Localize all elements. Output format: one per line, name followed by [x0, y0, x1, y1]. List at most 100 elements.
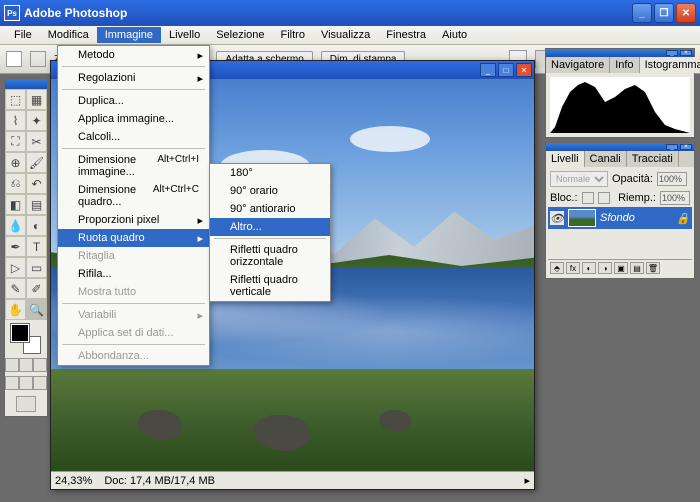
- menu-modifica[interactable]: Modifica: [40, 27, 97, 43]
- new-layer-icon[interactable]: ▤: [630, 262, 644, 274]
- blur-tool[interactable]: 💧: [5, 215, 26, 236]
- link-layer-icon[interactable]: ⬘: [550, 262, 564, 274]
- shape-tool[interactable]: ▭: [26, 257, 47, 278]
- move-tool[interactable]: ⬚: [5, 89, 26, 110]
- lock-position-icon[interactable]: [598, 192, 610, 204]
- menu-item-dimensione-quadro-[interactable]: Dimensione quadro...Alt+Ctrl+C: [58, 181, 209, 211]
- layer-group-icon[interactable]: ▣: [614, 262, 628, 274]
- brush-tool[interactable]: 🖌: [26, 152, 47, 173]
- doc-maximize-button[interactable]: □: [498, 63, 514, 77]
- doc-minimize-button[interactable]: _: [480, 63, 496, 77]
- submenu-item-rifletti-quadro-orizzontale[interactable]: Rifletti quadro orizzontale: [210, 241, 330, 271]
- lasso-tool[interactable]: ⌇: [5, 110, 26, 131]
- menu-visualizza[interactable]: Visualizza: [313, 27, 378, 43]
- pen-tool[interactable]: ▷: [5, 257, 26, 278]
- menu-item-ruota-quadro[interactable]: Ruota quadro: [58, 229, 209, 247]
- tool-preset-icon[interactable]: [6, 51, 22, 67]
- layer-style-icon[interactable]: fx: [566, 262, 580, 274]
- menu-item-rifila-[interactable]: Rifila...: [58, 265, 209, 283]
- visibility-icon[interactable]: 👁: [550, 211, 564, 225]
- color-swatches[interactable]: [11, 324, 41, 354]
- eyedropper-tool[interactable]: ✐: [26, 278, 47, 299]
- menu-item-metodo[interactable]: Metodo: [58, 46, 209, 64]
- layers-min-button[interactable]: _: [666, 144, 678, 150]
- mode-b-icon[interactable]: [19, 376, 33, 390]
- menu-livello[interactable]: Livello: [161, 27, 208, 43]
- menu-filtro[interactable]: Filtro: [273, 27, 313, 43]
- imageready-icon[interactable]: [16, 396, 36, 412]
- opacity-label: Opacità:: [612, 173, 653, 185]
- opacity-input[interactable]: [657, 172, 687, 186]
- layers-close-button[interactable]: ×: [680, 144, 692, 150]
- menu-item-duplica-[interactable]: Duplica...: [58, 92, 209, 110]
- maximize-button[interactable]: ❐: [654, 3, 674, 23]
- menu-item-proporzioni-pixel[interactable]: Proporzioni pixel: [58, 211, 209, 229]
- menu-immagine[interactable]: Immagine: [97, 27, 161, 43]
- toolbox: ⬚ ▦ ⌇ ✦ ⛶ ✂ ⊕ 🖌 ⎌ ↶ ◧ ▤ 💧 ◐ ✒ T ▷ ▭ ✎ ✐ …: [4, 78, 48, 417]
- layer-item[interactable]: 👁 Sfondo 🔒: [548, 207, 692, 229]
- gradient-tool[interactable]: ▤: [26, 194, 47, 215]
- quickmask-icon[interactable]: [5, 358, 19, 372]
- screenmode2-icon[interactable]: [33, 358, 47, 372]
- tab-canali[interactable]: Canali: [585, 151, 627, 167]
- menu-aiuto[interactable]: Aiuto: [434, 27, 475, 43]
- foreground-color-swatch[interactable]: [11, 324, 29, 342]
- lock-icon: 🔒: [676, 212, 690, 225]
- hand-tool[interactable]: ✋: [5, 299, 26, 320]
- path-tool[interactable]: ✒: [5, 236, 26, 257]
- lock-pixels-icon[interactable]: [582, 192, 594, 204]
- marquee-tool[interactable]: ▦: [26, 89, 47, 110]
- close-button[interactable]: ✕: [676, 3, 696, 23]
- submenu-item-rifletti-quadro-verticale[interactable]: Rifletti quadro verticale: [210, 271, 330, 301]
- menu-item-applica-immagine-[interactable]: Applica immagine...: [58, 110, 209, 128]
- layer-mask-icon[interactable]: ◐: [582, 262, 596, 274]
- delete-layer-icon[interactable]: 🗑: [646, 262, 660, 274]
- crop-tool[interactable]: ⛶: [5, 131, 26, 152]
- adjustment-layer-icon[interactable]: ◑: [598, 262, 612, 274]
- minimize-button[interactable]: _: [632, 3, 652, 23]
- stamp-tool[interactable]: ⎌: [5, 173, 26, 194]
- type-tool[interactable]: T: [26, 236, 47, 257]
- doc-size: Doc: 17,4 MB/17,4 MB: [104, 475, 215, 487]
- menu-selezione[interactable]: Selezione: [208, 27, 272, 43]
- menu-item-applica-set-di-dati-: Applica set di dati...: [58, 324, 209, 342]
- options-icon[interactable]: [30, 51, 46, 67]
- screenmode-icon[interactable]: [19, 358, 33, 372]
- fill-input[interactable]: [660, 191, 690, 205]
- doc-close-button[interactable]: ✕: [516, 63, 532, 77]
- tab-istogramma[interactable]: Istogramma: [640, 57, 700, 73]
- dodge-tool[interactable]: ◐: [26, 215, 47, 236]
- submenu-item-90-antiorario[interactable]: 90° antiorario: [210, 200, 330, 218]
- slice-tool[interactable]: ✂: [26, 131, 47, 152]
- zoom-tool[interactable]: 🔍: [26, 299, 47, 320]
- document-statusbar: 24,33% Doc: 17,4 MB/17,4 MB ▸: [51, 471, 534, 489]
- app-titlebar: Ps Adobe Photoshop _ ❐ ✕: [0, 0, 700, 26]
- notes-tool[interactable]: ✎: [5, 278, 26, 299]
- submenu-item-90-orario[interactable]: 90° orario: [210, 182, 330, 200]
- mode-c-icon[interactable]: [33, 376, 47, 390]
- tab-info[interactable]: Info: [610, 57, 639, 73]
- heal-tool[interactable]: ⊕: [5, 152, 26, 173]
- tab-tracciati[interactable]: Tracciati: [627, 151, 679, 167]
- menu-item-calcoli-[interactable]: Calcoli...: [58, 128, 209, 146]
- mode-a-icon[interactable]: [5, 376, 19, 390]
- zoom-level: 24,33%: [55, 475, 92, 487]
- tab-livelli[interactable]: Livelli: [546, 151, 585, 167]
- submenu-item-180-[interactable]: 180°: [210, 164, 330, 182]
- menu-item-variabili: Variabili: [58, 306, 209, 324]
- menu-item-regolazioni[interactable]: Regolazioni: [58, 69, 209, 87]
- history-brush-tool[interactable]: ↶: [26, 173, 47, 194]
- layer-thumbnail: [568, 209, 596, 227]
- histogram-palette: _× Navigatore Info Istogramma: [545, 48, 695, 138]
- menu-finestra[interactable]: Finestra: [378, 27, 434, 43]
- toolbox-header[interactable]: [5, 79, 47, 89]
- menu-file[interactable]: File: [6, 27, 40, 43]
- eraser-tool[interactable]: ◧: [5, 194, 26, 215]
- wand-tool[interactable]: ✦: [26, 110, 47, 131]
- blend-mode-select[interactable]: Normale: [550, 171, 608, 187]
- palette-close-button[interactable]: ×: [680, 50, 692, 56]
- tab-navigatore[interactable]: Navigatore: [546, 57, 610, 73]
- submenu-item-altro-[interactable]: Altro...: [210, 218, 330, 236]
- menu-item-dimensione-immagine-[interactable]: Dimensione immagine...Alt+Ctrl+I: [58, 151, 209, 181]
- palette-min-button[interactable]: _: [666, 50, 678, 56]
